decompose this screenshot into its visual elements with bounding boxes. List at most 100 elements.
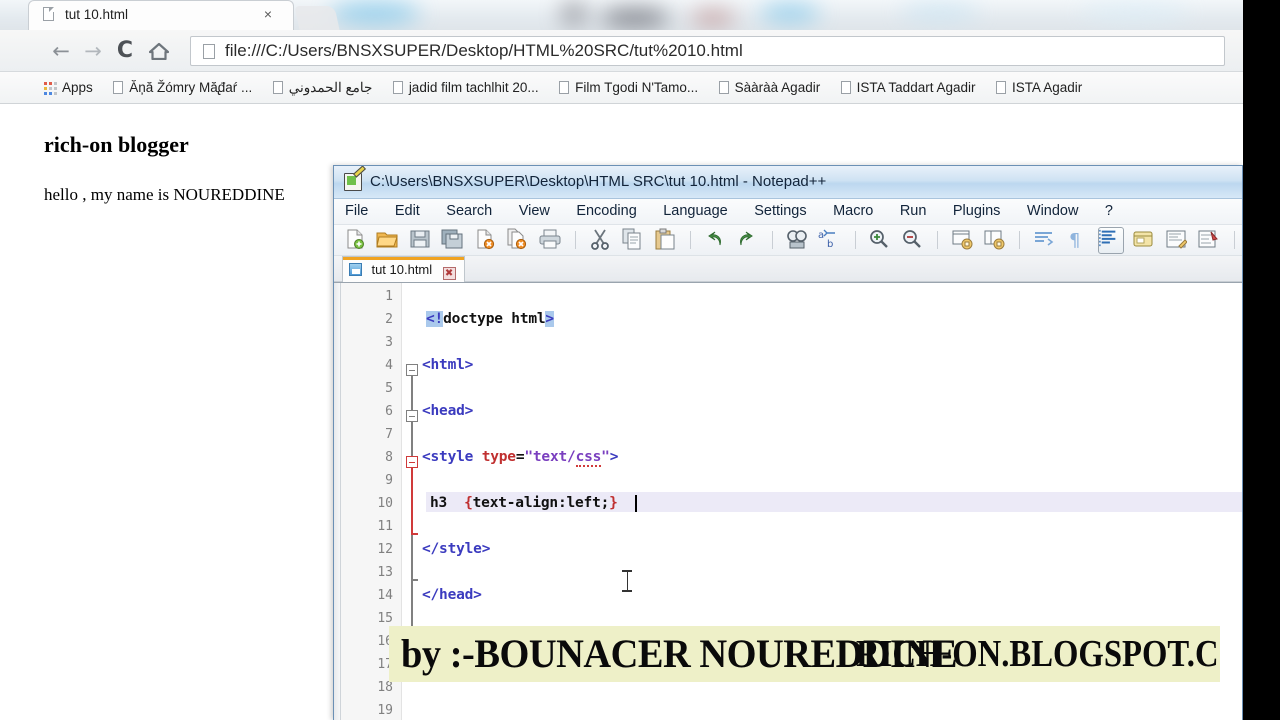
sync-horizontal-scroll-icon[interactable] xyxy=(983,228,1007,252)
menu-help[interactable]: ? xyxy=(1094,199,1124,225)
background-blur-blob xyxy=(900,4,980,20)
code-token: <! xyxy=(426,311,444,327)
function-list-icon[interactable] xyxy=(1197,228,1221,252)
zoom-out-icon[interactable] xyxy=(901,228,925,252)
bookmark-item[interactable]: jadid film tachlhit 20... xyxy=(385,72,547,103)
copy-icon[interactable] xyxy=(621,228,645,252)
bookmark-item[interactable]: Sààràà Agadir xyxy=(711,72,829,103)
notepadpp-menu-bar: File Edit Search View Encoding Language … xyxy=(334,199,1242,225)
word-wrap-icon[interactable] xyxy=(1033,228,1057,252)
menu-language[interactable]: Language xyxy=(652,199,739,225)
notepadpp-title-bar[interactable]: C:\Users\BNSXSUPER\Desktop\HTML SRC\tut … xyxy=(334,166,1242,199)
line-number: 10 xyxy=(377,496,393,511)
replace-icon[interactable]: ab xyxy=(818,228,842,252)
save-icon[interactable] xyxy=(409,228,433,252)
bookmark-label: Sààràà Agadir xyxy=(734,80,821,95)
line-number: 18 xyxy=(377,680,393,695)
indent-guide-icon[interactable] xyxy=(1097,227,1124,254)
code-line-6: <head> xyxy=(422,403,473,419)
menu-view[interactable]: View xyxy=(508,199,561,225)
page-icon xyxy=(559,81,570,94)
line-number: 5 xyxy=(385,381,393,396)
background-blur-blob xyxy=(690,10,736,26)
right-black-margin xyxy=(1243,0,1280,720)
text-caret xyxy=(635,495,637,512)
watermark-banner: by :-BOUNACER NOUREDDINE RICH-ON.BLOGSPO… xyxy=(389,626,1220,682)
bookmark-label: Ăņă Žómry Mă̢đaŕ ... xyxy=(129,80,253,95)
mouse-ibeam-cursor xyxy=(622,570,632,592)
code-line-2: <!doctype html> xyxy=(426,311,554,327)
document-map-icon[interactable] xyxy=(1165,228,1189,252)
close-file-icon[interactable] xyxy=(474,228,498,252)
menu-search[interactable]: Search xyxy=(435,199,503,225)
new-file-icon[interactable] xyxy=(344,228,368,252)
close-icon[interactable]: × xyxy=(261,7,275,21)
reload-icon[interactable]: C xyxy=(112,38,138,64)
browser-tab-active[interactable]: tut 10.html × xyxy=(28,0,294,30)
find-icon[interactable] xyxy=(786,228,810,252)
bookmark-item[interactable]: جامع الحمدوني xyxy=(265,72,381,103)
menu-file[interactable]: File xyxy=(334,199,379,225)
fold-end-style xyxy=(411,533,418,535)
zoom-in-icon[interactable] xyxy=(868,228,892,252)
home-icon[interactable] xyxy=(146,38,172,64)
save-all-icon[interactable] xyxy=(441,228,465,252)
code-token: <html> xyxy=(422,357,474,373)
line-number: 12 xyxy=(377,542,393,557)
code-token: </head> xyxy=(422,587,482,603)
document-tab-label: tut 10.html xyxy=(371,262,433,277)
svg-text:¶: ¶ xyxy=(1069,230,1080,250)
new-tab-button[interactable] xyxy=(294,6,340,30)
undo-icon[interactable] xyxy=(703,228,727,252)
menu-settings[interactable]: Settings xyxy=(743,199,817,225)
close-icon[interactable]: ✖ xyxy=(442,267,456,280)
notepadpp-app-icon xyxy=(344,173,362,191)
screen: tut 10.html × ← → C file:///C:/Users/BNS… xyxy=(0,0,1280,720)
back-arrow-icon[interactable]: ← xyxy=(48,38,74,64)
menu-window[interactable]: Window xyxy=(1016,199,1090,225)
line-number: 9 xyxy=(385,473,393,488)
menu-run[interactable]: Run xyxy=(889,199,938,225)
cut-icon[interactable] xyxy=(589,228,613,252)
fold-toggle-head[interactable] xyxy=(406,410,418,422)
line-number: 4 xyxy=(385,358,393,373)
address-bar[interactable]: file:///C:/Users/BNSXSUPER/Desktop/HTML%… xyxy=(190,36,1225,66)
toolbar-separator xyxy=(575,231,577,249)
fold-toggle-style[interactable] xyxy=(406,456,418,468)
forward-arrow-icon[interactable]: → xyxy=(80,38,106,64)
code-token: type xyxy=(481,449,516,465)
show-all-characters-icon[interactable]: ¶ xyxy=(1065,228,1089,252)
line-number: 11 xyxy=(377,519,393,534)
user-defined-dialog-icon[interactable] xyxy=(1132,228,1156,252)
redo-icon[interactable] xyxy=(736,228,760,252)
bookmark-item[interactable]: ISTA Taddart Agadir xyxy=(833,72,984,103)
menu-encoding[interactable]: Encoding xyxy=(565,199,647,225)
bookmark-item[interactable]: ISTA Agadir xyxy=(988,72,1090,103)
close-all-icon[interactable] xyxy=(506,228,530,252)
page-icon xyxy=(203,44,215,59)
open-file-icon[interactable] xyxy=(376,228,400,252)
bookmark-item[interactable]: Ăņă Žómry Mă̢đaŕ ... xyxy=(105,72,260,103)
document-tab[interactable]: tut 10.html ✖ xyxy=(342,256,465,282)
saved-document-icon xyxy=(349,263,362,276)
document-tab-bar: tut 10.html ✖ xyxy=(334,256,1242,282)
page-paragraph: hello , my name is NOUREDDINE xyxy=(44,185,285,204)
menu-macro[interactable]: Macro xyxy=(822,199,884,225)
code-line-14: </head> xyxy=(422,587,482,603)
line-number: 1 xyxy=(385,289,393,304)
fold-line-style xyxy=(411,461,413,533)
bookmark-item[interactable]: Film Tgodi N'Tamo... xyxy=(551,72,706,103)
page-heading: rich-on blogger xyxy=(44,132,189,157)
apps-button[interactable]: Apps xyxy=(0,72,101,103)
paste-icon[interactable] xyxy=(654,228,678,252)
watermark-site-text: RICH-ON.BLOGSPOT.COM xyxy=(856,633,1220,675)
background-blur-blob xyxy=(600,8,670,28)
print-icon[interactable] xyxy=(539,228,563,252)
fold-toggle-html[interactable] xyxy=(406,364,418,376)
menu-plugins[interactable]: Plugins xyxy=(942,199,1012,225)
background-blur-blob xyxy=(560,1,588,27)
menu-edit[interactable]: Edit xyxy=(384,199,431,225)
sync-vertical-scroll-icon[interactable] xyxy=(951,228,975,252)
toolbar-separator xyxy=(937,231,939,249)
code-token: <style xyxy=(422,449,474,465)
